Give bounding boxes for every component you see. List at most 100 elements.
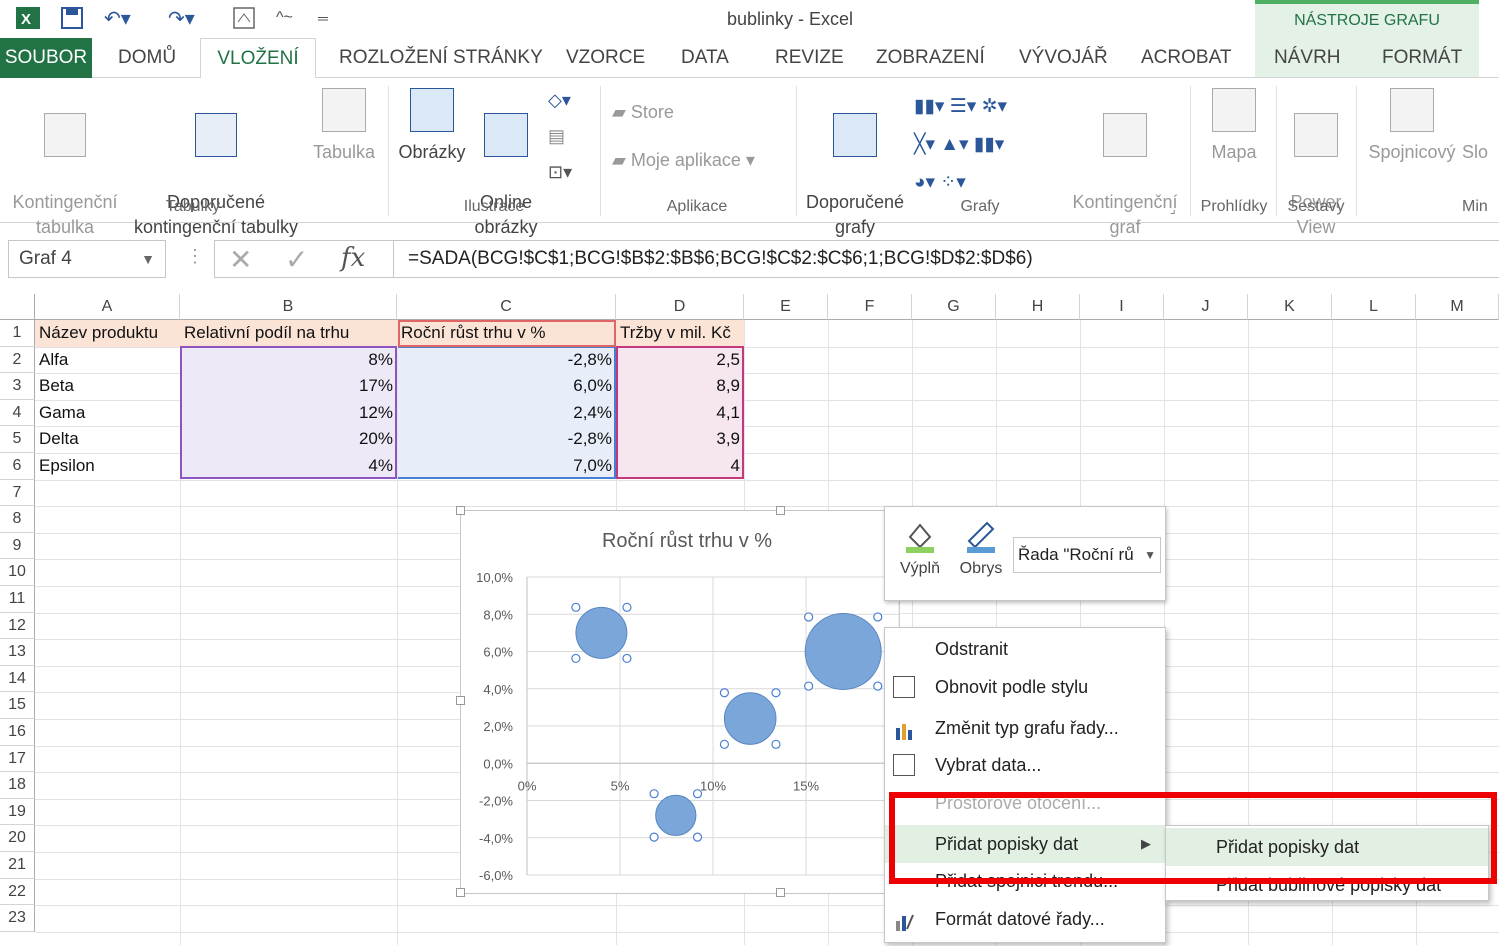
smartart-icon[interactable]: ▤ <box>548 126 565 147</box>
bubble-chart[interactable]: Roční růst trhu v % 10,0% 8,0% 6,0% 4,0% 2,0%… <box>460 510 900 894</box>
column-header[interactable]: J <box>1164 294 1248 320</box>
shapes-icon[interactable]: ◇▾ <box>548 90 571 111</box>
chart-resize-handle[interactable] <box>456 888 465 897</box>
column-header[interactable]: E <box>744 294 828 320</box>
chart-resize-handle[interactable] <box>456 696 465 705</box>
row-header[interactable]: 2 <box>0 346 35 374</box>
line-chart-icon[interactable]: ╳▾ ▲▾ ▮▮▾ <box>914 126 1007 164</box>
row-header[interactable]: 15 <box>0 692 35 719</box>
row-header[interactable]: 20 <box>0 825 35 852</box>
row-header[interactable]: 5 <box>0 426 35 453</box>
insert-function-icon[interactable]: fx <box>341 243 365 273</box>
cell[interactable]: 20% <box>184 426 393 453</box>
row-header[interactable]: 10 <box>0 559 35 586</box>
tab-acrobat[interactable]: ACROBAT <box>1131 38 1241 78</box>
tab-home[interactable]: DOMŮ <box>108 38 186 78</box>
chart-resize-handle[interactable] <box>456 506 465 515</box>
cell[interactable]: 8,9 <box>620 373 740 400</box>
row-header[interactable]: 22 <box>0 878 35 906</box>
pivot-chart-button[interactable]: Kontingenční graf <box>1066 88 1184 240</box>
column-header[interactable]: G <box>912 294 996 320</box>
sparkline-column-button[interactable]: Slo <box>1462 140 1499 165</box>
row-header[interactable]: 6 <box>0 453 35 480</box>
dialog-launcher-icon[interactable]: ⌟ <box>1170 202 1176 216</box>
tab-review[interactable]: REVIZE <box>765 38 854 78</box>
row-header[interactable]: 12 <box>0 612 35 640</box>
cell[interactable]: 4 <box>620 453 740 480</box>
cell[interactable]: 2,5 <box>620 347 740 374</box>
sparkline-line-button[interactable]: Spojnicový <box>1362 88 1462 165</box>
row-header[interactable]: 19 <box>0 798 35 826</box>
cell[interactable]: Alfa <box>39 347 176 374</box>
column-header[interactable]: M <box>1416 294 1499 320</box>
cell[interactable]: 7,0% <box>401 453 612 480</box>
pictures-button[interactable]: Obrázky <box>396 88 468 165</box>
tab-page-layout[interactable]: ROZLOŽENÍ STRÁNKY <box>329 38 553 78</box>
column-header[interactable]: A <box>35 294 180 320</box>
cell[interactable]: 3,9 <box>620 426 740 453</box>
tab-view[interactable]: ZOBRAZENÍ <box>866 38 995 78</box>
select-all-corner[interactable] <box>0 294 35 320</box>
cell[interactable]: -2,8% <box>401 426 612 453</box>
formula-input[interactable]: =SADA(BCG!$C$1;BCG!$B$2:$B$6;BCG!$C$2:$C… <box>393 240 1499 278</box>
cell[interactable]: Beta <box>39 373 176 400</box>
row-header[interactable]: 7 <box>0 479 35 507</box>
store-button[interactable]: ▰ Store <box>612 100 674 125</box>
chart-resize-handle[interactable] <box>776 506 785 515</box>
cell[interactable]: 2,4% <box>401 400 612 427</box>
tab-formulas[interactable]: VZORCE <box>556 38 655 78</box>
menu-item-delete[interactable]: Odstranit <box>885 630 1165 668</box>
menu-item-reset-style[interactable]: Obnovit podle stylu <box>885 668 1165 706</box>
my-apps-button[interactable]: ▰ Moje aplikace ▾ <box>612 148 755 173</box>
cell[interactable]: Gama <box>39 400 176 427</box>
menu-item-change-chart-type[interactable]: Změnit typ grafu řady... <box>885 709 1165 747</box>
outline-button[interactable]: Obrys <box>955 515 1007 578</box>
power-view-button[interactable]: Power View <box>1280 88 1352 240</box>
column-header[interactable]: K <box>1248 294 1332 320</box>
cell[interactable]: 4% <box>184 453 393 480</box>
screenshot-icon[interactable]: ⊡▾ <box>548 162 572 183</box>
cancel-icon[interactable]: ✕ <box>229 243 252 276</box>
row-header[interactable]: 11 <box>0 586 35 613</box>
row-header[interactable]: 3 <box>0 373 35 400</box>
fill-button[interactable]: Výplň <box>895 515 945 578</box>
column-header[interactable]: F <box>828 294 912 320</box>
row-header[interactable]: 9 <box>0 532 35 560</box>
cell[interactable]: 17% <box>184 373 393 400</box>
recommended-pivot-button[interactable]: Doporučené kontingenční tabulky <box>124 88 308 240</box>
row-header[interactable]: 8 <box>0 506 35 533</box>
cell[interactable]: Delta <box>39 426 176 453</box>
pie-chart-icon[interactable]: ◕▾ ⁘▾ <box>914 164 1007 202</box>
table-button[interactable]: Tabulka <box>308 88 380 165</box>
row-header[interactable]: 1 <box>0 320 35 347</box>
online-pictures-button[interactable]: Online obrázky <box>468 88 544 240</box>
tab-insert[interactable]: VLOŽENÍ <box>200 38 316 79</box>
chevron-down-icon[interactable]: ▼ <box>141 241 155 277</box>
column-header[interactable]: H <box>996 294 1080 320</box>
row-header[interactable]: 13 <box>0 639 35 666</box>
cell[interactable]: Relativní podíl na trhu <box>184 320 393 347</box>
cell[interactable]: Tržby v mil. Kč <box>620 320 740 347</box>
map-button[interactable]: Mapa <box>1196 88 1272 165</box>
enter-icon[interactable]: ✓ <box>285 243 308 276</box>
column-header[interactable]: D <box>616 294 744 320</box>
tab-design[interactable]: NÁVRH <box>1264 38 1351 78</box>
recommended-charts-button[interactable]: Doporučené grafy <box>802 88 908 240</box>
row-header[interactable]: 23 <box>0 905 35 932</box>
tab-format[interactable]: FORMÁT <box>1372 38 1472 78</box>
column-chart-icon[interactable]: ▮▮▾ ☰▾ ✲▾ <box>914 88 1007 126</box>
cell[interactable]: Název produktu <box>39 320 176 347</box>
column-header[interactable]: B <box>180 294 397 320</box>
series-select[interactable]: Řada "Roční rů ▼ <box>1013 537 1161 573</box>
column-header[interactable]: L <box>1332 294 1416 320</box>
tab-data[interactable]: DATA <box>671 38 739 78</box>
cell[interactable]: -2,8% <box>401 347 612 374</box>
chart-resize-handle[interactable] <box>776 888 785 897</box>
menu-item-select-data[interactable]: Vybrat data... <box>885 746 1165 784</box>
tab-file[interactable]: SOUBOR <box>0 38 92 78</box>
cell[interactable]: 4,1 <box>620 400 740 427</box>
cell[interactable]: 6,0% <box>401 373 612 400</box>
cell[interactable]: 12% <box>184 400 393 427</box>
row-header[interactable]: 16 <box>0 719 35 746</box>
cell[interactable]: Roční růst trhu v % <box>401 320 612 347</box>
